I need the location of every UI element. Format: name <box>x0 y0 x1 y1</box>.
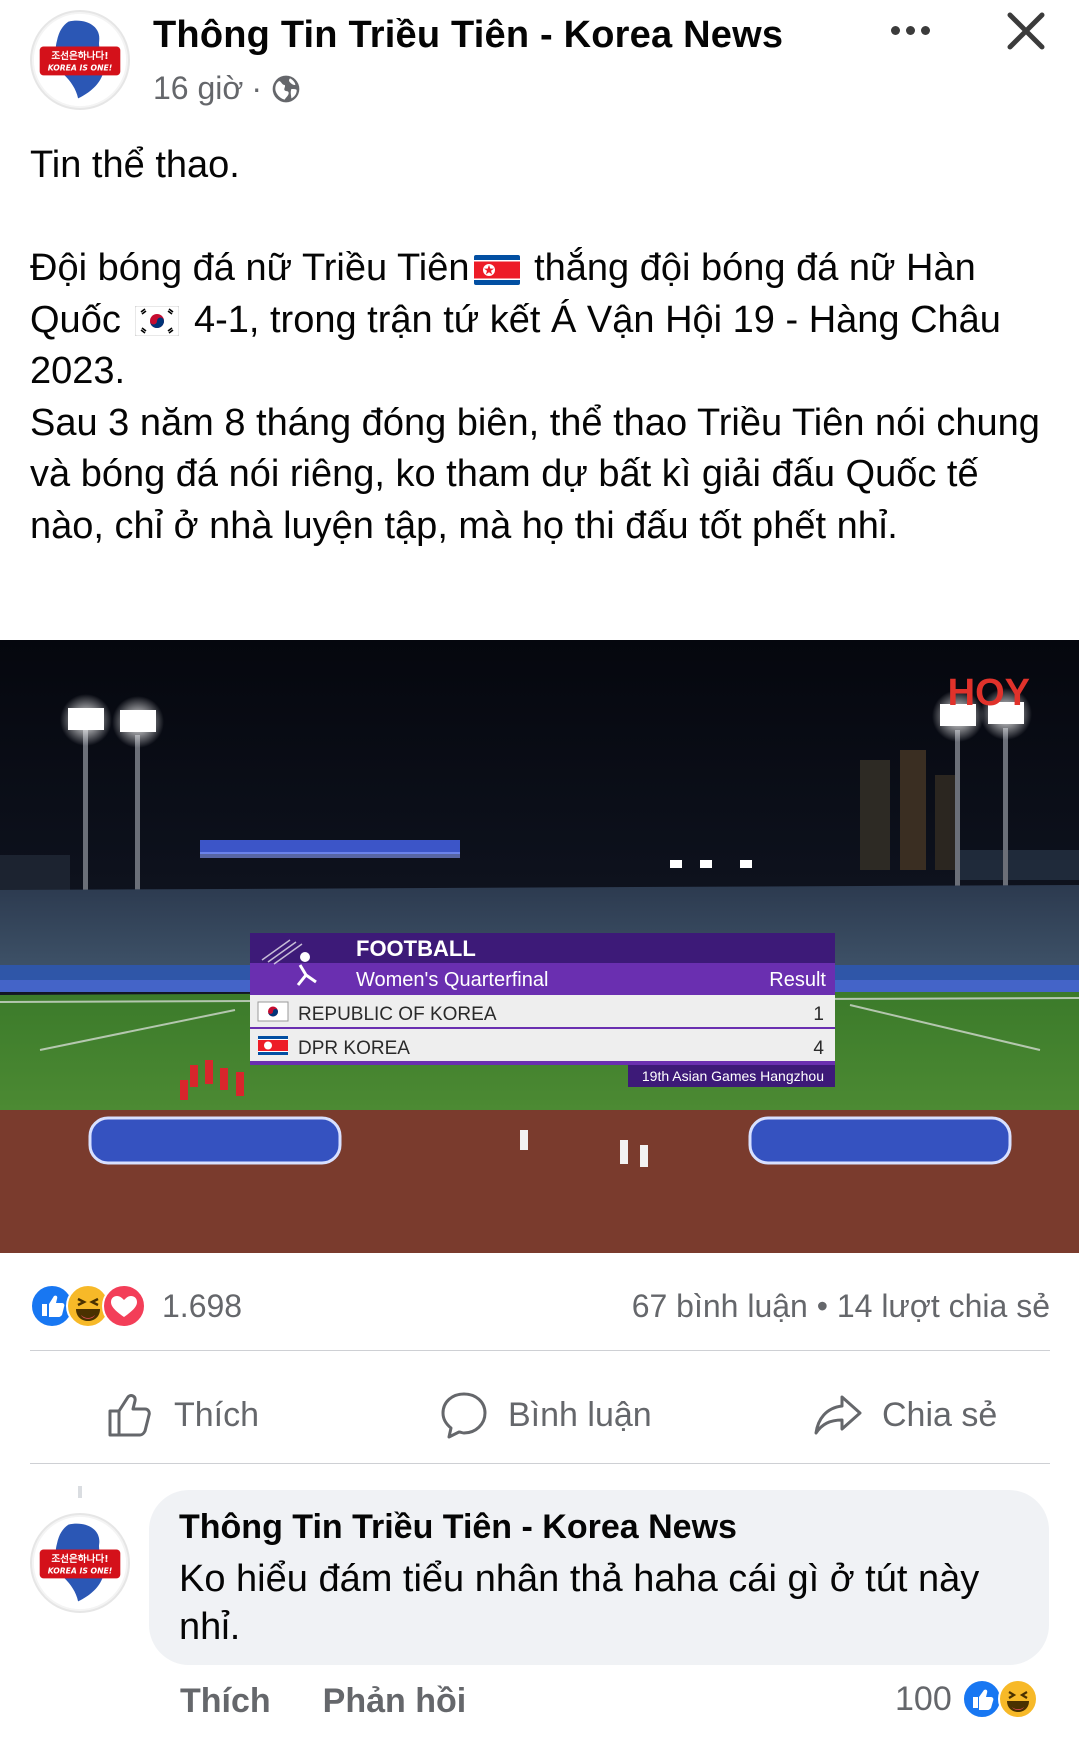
team-2-score: 4 <box>813 1038 824 1059</box>
like-button-label: Thích <box>174 1395 260 1434</box>
post-time[interactable]: 16 giờ <box>153 70 243 107</box>
broadcaster-logo: HOY <box>948 672 1030 714</box>
like-button[interactable]: Thích <box>104 1360 259 1470</box>
globe-icon <box>272 75 300 102</box>
post-header: 조선은하나다! KOREA IS ONE! Thông Tin Triều Ti… <box>0 0 1079 120</box>
reactions-summary[interactable]: 1.698 67 bình luận • 14 lượt chia sẻ <box>30 1282 1050 1332</box>
reaction-icons <box>30 1284 146 1328</box>
scoreboard-result-label: Result <box>769 969 826 991</box>
love-reaction-icon <box>102 1284 146 1328</box>
team-2-name: DPR KOREA <box>298 1038 410 1059</box>
close-icon[interactable] <box>1000 5 1052 57</box>
post-paragraph-2: Đội bóng đá nữ Triều Tiên thắng đội bóng… <box>30 243 1060 398</box>
avatar-text-bottom: KOREA IS ONE! <box>48 64 112 73</box>
stats-separator: • <box>816 1288 828 1324</box>
scoreboard-round: Women's Quarterfinal <box>356 969 548 991</box>
comment-bubble[interactable]: Thông Tin Triều Tiên - Korea News Ko hiể… <box>149 1490 1049 1665</box>
post-image[interactable]: HOY FOOTBALL Women's Quarterfinal Result… <box>0 640 1079 1253</box>
post-line-1: Tin thể thao. <box>30 144 240 186</box>
thumbs-up-icon <box>108 1394 151 1437</box>
reaction-count[interactable]: 1.698 <box>162 1288 242 1325</box>
post-action-bar: Thích Bình luận Chia sẻ <box>0 1360 1079 1470</box>
avatar-text-top: 조선은하나다! <box>51 1553 108 1565</box>
comment-like-button[interactable]: Thích <box>180 1682 271 1721</box>
avatar-text-bottom: KOREA IS ONE! <box>48 1567 112 1576</box>
korea-is-one-logo: 조선은하나다! KOREA IS ONE! <box>33 1516 127 1610</box>
meta-separator: · <box>251 70 263 106</box>
scoreboard-sport: FOOTBALL <box>356 936 476 961</box>
team-1-score: 1 <box>813 1004 824 1025</box>
post-paragraph-2a: Đội bóng đá nữ Triều Tiên <box>30 247 470 289</box>
comment-reply-button[interactable]: Phản hồi <box>323 1682 467 1721</box>
comment-reaction-count: 100 <box>895 1679 952 1718</box>
share-button[interactable]: Chia sẻ <box>812 1360 997 1470</box>
commenter-avatar[interactable]: 조선은하나다! KOREA IS ONE! <box>30 1513 130 1613</box>
comment-reactions[interactable]: 100 <box>895 1678 1040 1720</box>
scoreboard: FOOTBALL Women's Quarterfinal Result REP… <box>250 933 835 1087</box>
comment-reaction-icons <box>961 1679 1038 1719</box>
share-arrow-icon <box>814 1395 862 1435</box>
like-reaction-icon <box>961 1679 1002 1719</box>
comment-button-label: Bình luận <box>508 1395 652 1434</box>
divider <box>30 1350 1050 1351</box>
comment-count[interactable]: 67 bình luận <box>632 1288 808 1324</box>
page-avatar[interactable]: 조선은하나다! KOREA IS ONE! <box>30 10 130 110</box>
post-paragraph-3: Sau 3 năm 8 tháng đóng biên, thể thao Tr… <box>30 401 1051 547</box>
avatar-text-top: 조선은하나다! <box>51 50 108 62</box>
comment-button[interactable]: Bình luận <box>438 1360 652 1470</box>
south-korea-flag-icon <box>135 306 180 337</box>
scoreboard-footer: 19th Asian Games Hangzhou <box>642 1068 824 1084</box>
divider <box>30 1463 1050 1464</box>
engagement-stats: 67 bình luận • 14 lượt chia sẻ <box>632 1288 1050 1325</box>
page-name[interactable]: Thông Tin Triều Tiên - Korea News <box>153 14 783 57</box>
post-text: Tin thể thao. Đội bóng đá nữ Triều Tiên … <box>30 140 1060 552</box>
comment-actions: Thích Phản hồi <box>180 1682 466 1721</box>
post-meta: 16 giờ · <box>153 70 302 107</box>
korea-is-one-logo: 조선은하나다! KOREA IS ONE! <box>33 13 127 107</box>
share-count[interactable]: 14 lượt chia sẻ <box>837 1288 1050 1324</box>
share-button-label: Chia sẻ <box>882 1395 998 1434</box>
comment-bubble-icon <box>441 1392 487 1439</box>
comment: 조선은하나다! KOREA IS ONE! Thông Tin Triều Ti… <box>0 1478 1079 1738</box>
north-korea-flag-icon <box>473 254 520 285</box>
thread-line <box>78 1486 82 1498</box>
stadium-scene: HOY FOOTBALL Women's Quarterfinal Result… <box>0 640 1079 1253</box>
comment-author[interactable]: Thông Tin Triều Tiên - Korea News <box>179 1508 1019 1547</box>
comment-text: Ko hiểu đám tiểu nhân thả haha cái gì ở … <box>179 1558 980 1648</box>
haha-reaction-icon <box>997 1679 1038 1719</box>
team-1-name: REPUBLIC OF KOREA <box>298 1004 497 1025</box>
more-options-icon[interactable] <box>882 12 938 48</box>
